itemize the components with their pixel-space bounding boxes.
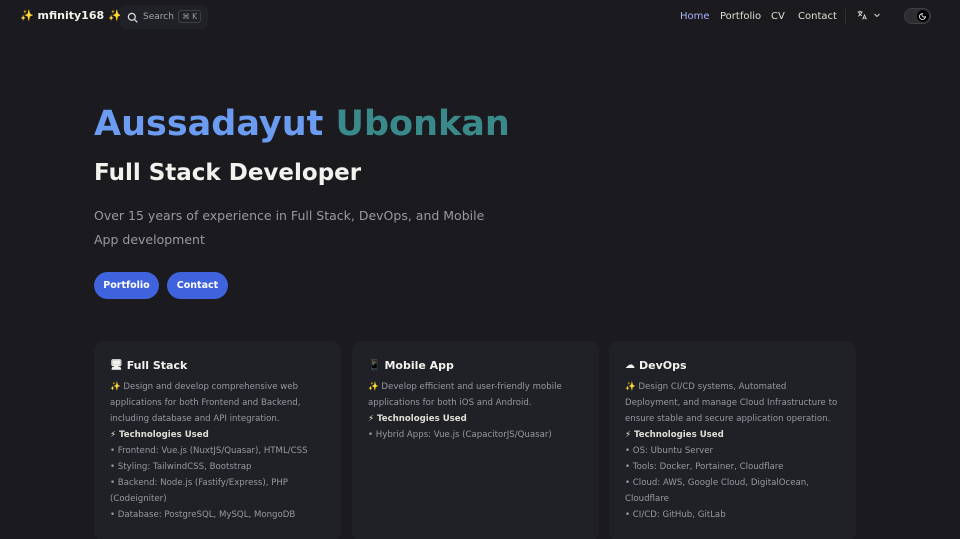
tech-item: • Cloud: AWS, Google Cloud, DigitalOcean… <box>625 478 809 504</box>
card-full-stack: 🖥 Full Stack ✨ Design and develop compre… <box>94 341 341 539</box>
hero-name: Aussadayut Ubonkan <box>94 102 510 146</box>
nav-link-cv[interactable]: CV <box>771 11 785 22</box>
tech-heading: ⚡ Technologies Used <box>368 414 467 424</box>
portfolio-button[interactable]: Portfolio <box>94 272 159 299</box>
card-title: 🖥 Full Stack <box>110 359 325 372</box>
tech-item: • Styling: TailwindCSS, Bootstrap <box>110 462 252 472</box>
tech-item: • Database: PostgreSQL, MySQL, MongoDB <box>110 510 296 520</box>
contact-button[interactable]: Contact <box>167 272 228 299</box>
top-navbar: ✨ mfinity168 ✨ Search ⌘ K Home Portfolio… <box>0 0 960 33</box>
tech-heading: ⚡ Technologies Used <box>110 430 209 440</box>
search-shortcut: ⌘ K <box>178 10 201 23</box>
card-body: ✨ Develop efficient and user-friendly mo… <box>368 379 583 443</box>
tech-item: • CI/CD: GitHub, GitLab <box>625 510 726 520</box>
search-button[interactable]: Search ⌘ K <box>120 5 208 29</box>
card-summary: ✨ Design and develop comprehensive web a… <box>110 382 301 424</box>
card-title-text: Full Stack <box>126 359 188 372</box>
moon-icon <box>919 13 926 20</box>
card-body: ✨ Design and develop comprehensive web a… <box>110 379 325 523</box>
tech-heading: ⚡ Technologies Used <box>625 430 724 440</box>
card-body: ✨ Design CI/CD systems, Automated Deploy… <box>625 379 840 523</box>
card-title-text: DevOps <box>639 359 687 372</box>
card-title-text: Mobile App <box>384 359 454 372</box>
hero-description: Over 15 years of experience in Full Stac… <box>94 208 485 247</box>
tech-item: • Frontend: Vue.js (NuxtJS/Quasar), HTML… <box>110 446 308 456</box>
card-summary: ✨ Design CI/CD systems, Automated Deploy… <box>625 382 838 424</box>
tech-item: • OS: Ubuntu Server <box>625 446 714 456</box>
nav-link-portfolio[interactable]: Portfolio <box>720 11 761 22</box>
nav-link-home[interactable]: Home <box>680 11 710 22</box>
cloud-icon: ☁ <box>625 360 635 371</box>
card-summary: ✨ Develop efficient and user-friendly mo… <box>368 382 562 408</box>
phone-icon: 📱 <box>368 360 381 371</box>
search-icon <box>127 12 138 23</box>
theme-toggle-knob <box>917 10 929 22</box>
language-switcher[interactable] <box>857 10 881 20</box>
theme-toggle[interactable] <box>904 8 931 24</box>
card-title: 📱 Mobile App <box>368 359 583 372</box>
card-mobile-app: 📱 Mobile App ✨ Develop efficient and use… <box>352 341 599 539</box>
card-title: ☁ DevOps <box>625 359 840 372</box>
tech-item: • Tools: Docker, Portainer, Cloudflare <box>625 462 784 472</box>
hero-last-name: Ubonkan <box>335 104 510 144</box>
nav-divider <box>845 9 846 24</box>
site-logo[interactable]: ✨ mfinity168 ✨ <box>20 9 122 22</box>
hero-role: Full Stack Developer <box>94 160 362 186</box>
hero-first-name: Aussadayut <box>94 104 324 144</box>
computer-icon: 🖥 <box>110 360 123 371</box>
search-label: Search <box>143 12 174 22</box>
tech-item: • Hybrid Apps: Vue.js (CapacitorJS/Quasa… <box>368 430 552 440</box>
chevron-down-icon <box>874 13 880 18</box>
tech-item: • Backend: Node.js (Fastify/Express), PH… <box>110 478 288 504</box>
card-devops: ☁ DevOps ✨ Design CI/CD systems, Automat… <box>609 341 856 539</box>
translate-icon <box>857 10 867 20</box>
nav-link-contact[interactable]: Contact <box>798 11 837 22</box>
